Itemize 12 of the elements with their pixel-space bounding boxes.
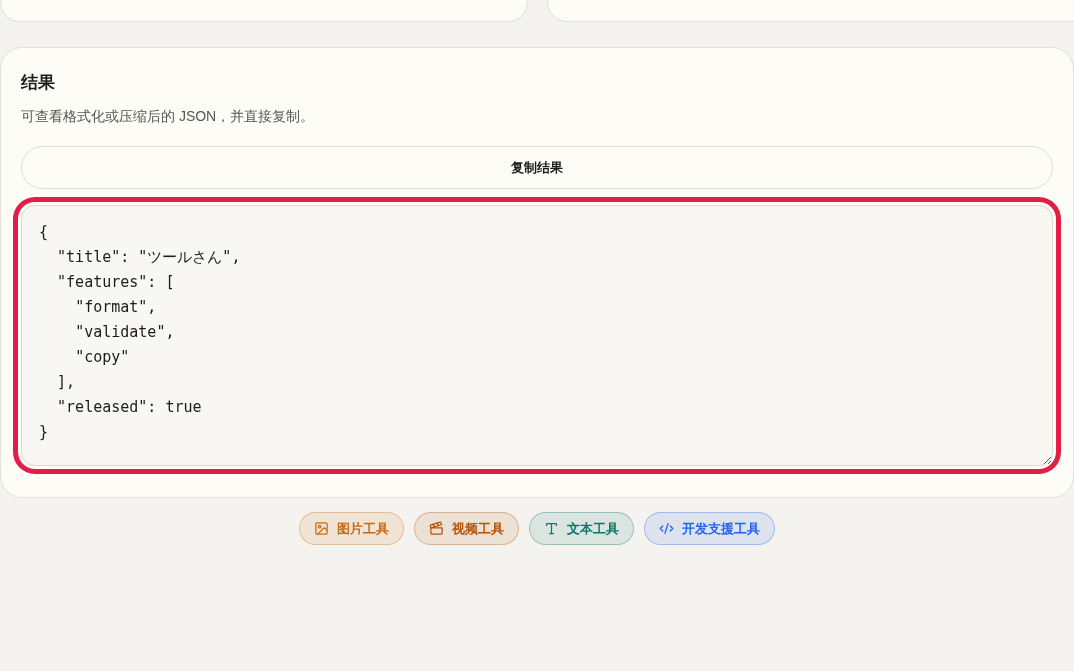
section-title: 结果 bbox=[21, 72, 55, 94]
clapperboard-icon bbox=[429, 521, 444, 536]
section-description: 可查看格式化或压缩后的 JSON，并直接复制。 bbox=[21, 107, 315, 126]
tool-link[interactable]: 图片工具 bbox=[299, 512, 404, 545]
image-icon bbox=[314, 521, 329, 536]
tool-link[interactable]: 视频工具 bbox=[414, 512, 519, 545]
code-icon bbox=[659, 521, 674, 536]
copy-result-button[interactable]: 复制结果 bbox=[21, 146, 1053, 189]
tool-link[interactable]: 文本工具 bbox=[529, 512, 634, 545]
letter-t-icon bbox=[544, 521, 559, 536]
tool-link[interactable]: 开发支援工具 bbox=[644, 512, 775, 545]
json-output-field[interactable]: { "title": "ツールさん", "features": [ "format", "validate", "copy" ], "released": true } bbox=[21, 205, 1053, 466]
